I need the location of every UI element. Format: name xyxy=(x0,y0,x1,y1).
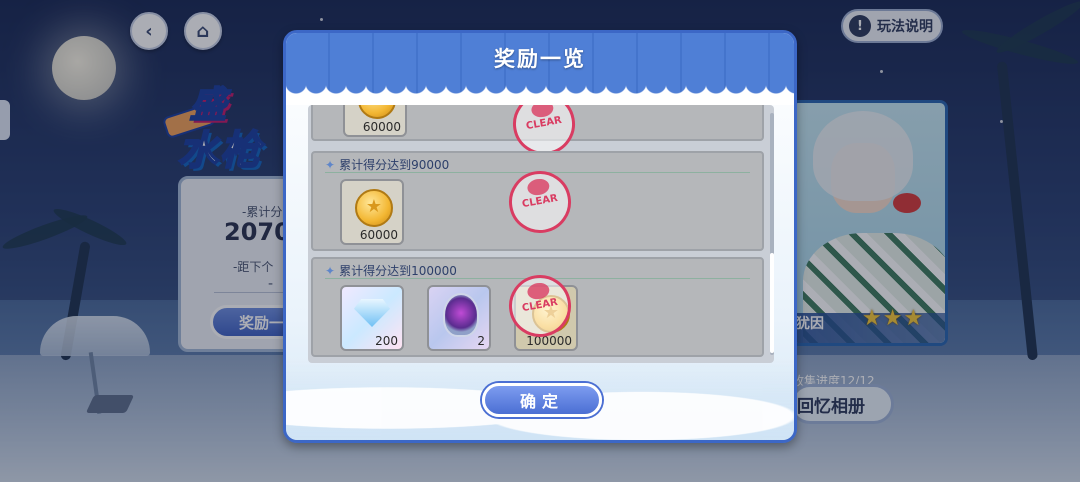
reward-list[interactable]: 60000 CLEAR ✦ 累计得分达到90000 60000 CLEAR xyxy=(308,105,774,363)
crystal-orb-icon xyxy=(443,293,479,337)
item-quantity: 60000 xyxy=(359,228,398,242)
condition-text: 累计得分达到90000 xyxy=(339,158,450,172)
reward-item-coin[interactable]: 60000 xyxy=(340,179,404,245)
item-quantity: 60000 xyxy=(362,120,401,134)
coin-icon xyxy=(355,189,393,227)
reward-item-crystal[interactable]: 2 xyxy=(427,285,491,351)
diamond-icon xyxy=(354,299,390,327)
reward-list-modal: 奖励一览 60000 CLEAR ✦ 累计得分达到90000 60000 xyxy=(283,30,797,443)
reward-row: 60000 CLEAR xyxy=(311,105,764,160)
coin-icon xyxy=(358,105,396,119)
reward-condition: ✦ 累计得分达到90000 xyxy=(325,156,449,173)
reward-condition: ✦ 累计得分达到100000 xyxy=(325,262,457,279)
clear-stamp: CLEAR xyxy=(504,166,576,238)
sparkle-icon: ✦ xyxy=(325,263,336,278)
item-quantity: 200 xyxy=(375,334,398,348)
reward-item-coin[interactable]: 60000 xyxy=(343,105,407,137)
condition-text: 累计得分达到100000 xyxy=(339,264,457,278)
header-wave-decoration xyxy=(286,85,794,105)
scrollbar-thumb[interactable] xyxy=(770,253,774,353)
reward-row: ✦ 累计得分达到100000 200 2 100000 CLEAR xyxy=(311,257,764,357)
reward-row: ✦ 累计得分达到90000 60000 CLEAR xyxy=(311,151,764,251)
item-quantity: 2 xyxy=(477,334,485,348)
confirm-button[interactable]: 确定 xyxy=(482,383,602,417)
reward-item-diamond[interactable]: 200 xyxy=(340,285,404,351)
sparkle-icon: ✦ xyxy=(325,157,336,172)
modal-title: 奖励一览 xyxy=(494,47,586,71)
